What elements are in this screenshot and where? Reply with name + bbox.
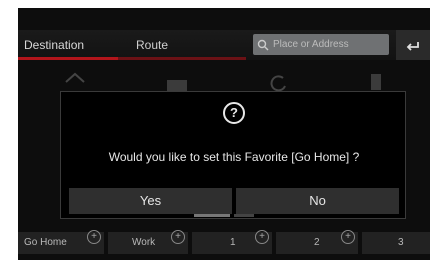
favorite-2[interactable]: 2 + [276, 230, 358, 254]
favorite-3[interactable]: 3 [362, 232, 430, 254]
search-input[interactable]: Place or Address [253, 34, 389, 55]
search-icon [257, 38, 269, 59]
yes-button[interactable]: Yes [69, 188, 232, 214]
back-button[interactable] [396, 30, 430, 60]
add-icon: + [255, 230, 269, 244]
favorite-label: Go Home [24, 237, 67, 248]
favorite-label: 1 [230, 237, 236, 248]
confirm-dialog: ? Would you like to set this Favorite [G… [60, 91, 406, 219]
no-button[interactable]: No [236, 188, 399, 214]
question-icon: ? [223, 102, 245, 124]
add-icon: + [341, 230, 355, 244]
tab-destination[interactable]: Destination [18, 30, 118, 60]
page-indicator [234, 214, 254, 217]
back-arrow-icon [406, 35, 420, 55]
favorite-work[interactable]: Work + [108, 230, 188, 254]
favorite-label: 3 [398, 237, 404, 248]
add-icon: + [171, 230, 185, 244]
navigation-screen: Destination Route Place or Address ? Wou… [18, 8, 430, 260]
tab-route[interactable]: Route [118, 30, 228, 60]
favorite-label: 2 [314, 237, 320, 248]
favorite-go-home[interactable]: Go Home + [18, 230, 104, 254]
dialog-message: Would you like to set this Favorite [Go … [108, 150, 360, 164]
top-bar: Destination Route Place or Address [18, 30, 430, 60]
search-placeholder: Place or Address [273, 39, 349, 50]
page-indicator-active [194, 214, 230, 217]
tab-route-underline [118, 57, 246, 60]
favorite-label: Work [132, 237, 156, 248]
add-icon: + [87, 230, 101, 244]
favorite-1[interactable]: 1 + [192, 230, 272, 254]
